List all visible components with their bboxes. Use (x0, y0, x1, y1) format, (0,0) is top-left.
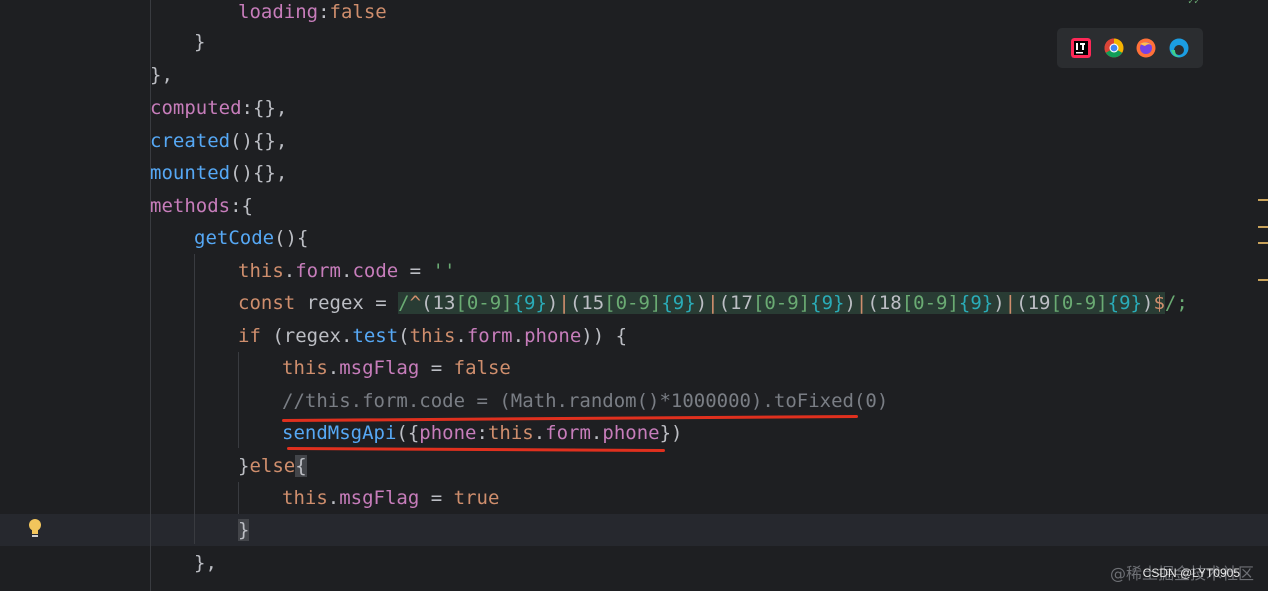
code-line-17: } (238, 519, 250, 541)
code-line-1: loading:false (238, 1, 387, 23)
scrollbar-marker[interactable] (1258, 242, 1268, 244)
code-line-4: computed:{}, (150, 97, 288, 119)
scrollbar-marker[interactable] (1258, 226, 1268, 228)
code-line-15: }else{ (238, 455, 307, 477)
code-line-18: }, (194, 552, 217, 574)
code-line-7: methods:{ (150, 195, 253, 217)
code-line-11: if (regex.test(this.form.phone)) { (238, 325, 628, 347)
inspection-mark-icon: ✓✓ (1188, 0, 1201, 7)
code-line-13: //this.form.code = (Math.random()*100000… (282, 390, 889, 412)
line-gutter (0, 0, 70, 591)
code-line-9: this.form.code = '' (238, 260, 456, 282)
indent-guide (238, 352, 239, 448)
code-line-16: this.msgFlag = true (282, 487, 500, 509)
code-line-3: }, (150, 64, 173, 86)
lightbulb-icon[interactable] (27, 518, 43, 540)
code-editor[interactable]: loading:false } }, computed:{}, created(… (0, 0, 1268, 591)
firefox-icon[interactable] (1136, 38, 1156, 58)
code-line-12: this.msgFlag = false (282, 357, 511, 379)
edge-icon[interactable] (1169, 38, 1189, 58)
scrollbar-marker[interactable] (1258, 279, 1268, 281)
code-line-10: const regex = /^(13[0-9]{9})|(15[0-9]{9}… (238, 292, 1188, 314)
watermark-en: CSDN @LYT0905 (1142, 566, 1240, 580)
code-line-6: mounted(){}, (150, 162, 288, 184)
current-line-highlight (0, 514, 1268, 546)
indent-guide (194, 254, 195, 544)
browser-preview-bar (1057, 28, 1203, 68)
annotation-underline-sendmsg (286, 447, 666, 452)
intellij-icon[interactable] (1071, 38, 1092, 58)
code-line-5: created(){}, (150, 130, 288, 152)
code-line-8: getCode(){ (194, 227, 309, 249)
code-line-14: sendMsgApi({phone:this.form.phone}) (282, 422, 683, 444)
chrome-icon[interactable] (1104, 38, 1124, 58)
scrollbar-marker[interactable] (1258, 199, 1268, 201)
indent-guide (238, 482, 239, 514)
code-line-2: } (194, 31, 206, 53)
